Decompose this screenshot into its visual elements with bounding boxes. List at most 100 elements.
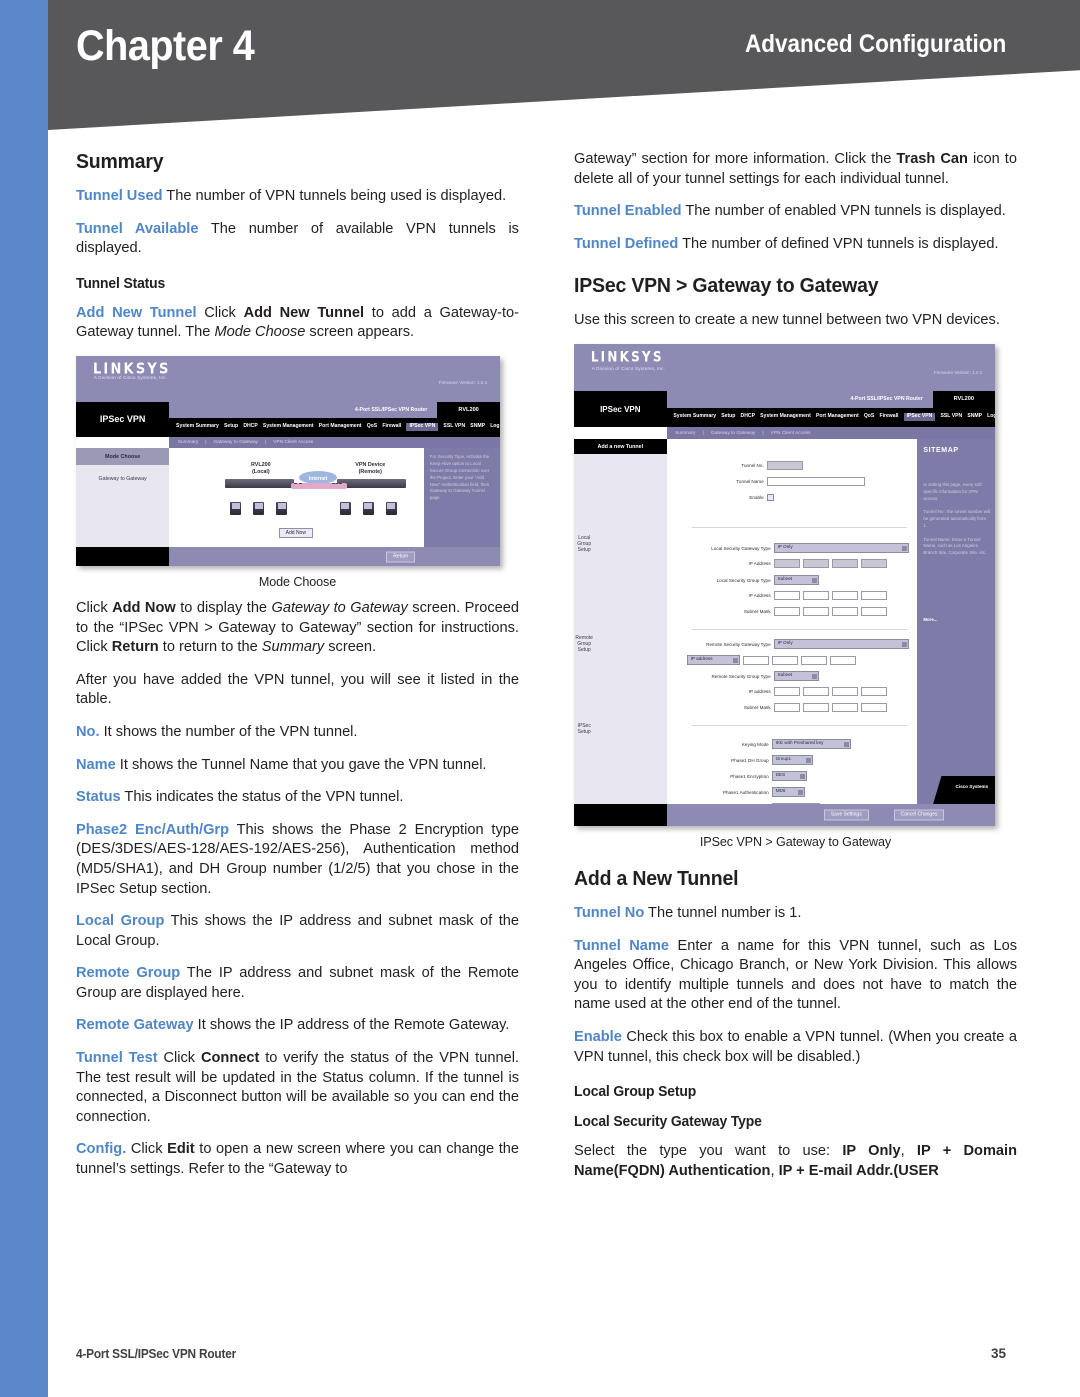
subnav2-item-summary[interactable]: Summary [675,431,696,436]
row-local-subnet-mask: Subnet Mask [687,607,887,617]
menu2-item-system-management[interactable]: System Management [760,413,811,420]
select-remote-security-gateway-type[interactable]: IP Only [773,639,909,649]
right-help-text-2: In setting this page, every soft specifi… [923,481,990,556]
label-phase1-authentication: Phase1 Authentication [722,789,769,795]
field-local-group-ip-octet-3[interactable] [831,591,858,601]
field-remote-ip-octet-4[interactable] [829,655,856,665]
field-remote-group-ip-octet-4[interactable] [860,687,887,697]
page-footer-bar: Return [76,547,500,566]
select-remote-security-group-type[interactable]: Subnet [773,671,819,681]
subnav-item-summary[interactable]: Summary [178,440,199,445]
field-tunnel-name[interactable] [766,477,865,487]
text-tunnel-used: The number of VPN tunnels being used is … [162,188,507,204]
main-menu-bar-2[interactable]: System Summary Setup DHCP System Managem… [667,408,995,427]
menu2-item-setup[interactable]: Setup [721,413,735,420]
checkbox-enable[interactable] [766,494,774,502]
term-tunnel-enabled: Tunnel Enabled [574,203,682,220]
model-badge-2: RVL200 [932,391,995,408]
menu-item-ssl-vpn[interactable]: SSL VPN [443,424,465,430]
field-local-ip-octet-3[interactable] [831,559,858,569]
menu-item-qos[interactable]: QoS [367,424,377,430]
label-tunnel-name: Tunnel Name [736,479,764,485]
subnav2-item-vpn-client-access[interactable]: VPN Client Access [771,431,811,436]
select-phase1-dh-group[interactable]: Group1 [771,755,813,765]
menu2-item-ipsec-vpn[interactable]: IPSec VPN [903,413,936,422]
select-local-security-gateway-type[interactable]: IP Only [773,543,909,553]
field-local-ip-octet-2[interactable] [802,559,829,569]
field-local-ip-octet-1[interactable] [773,559,800,569]
field-remote-ip-octet-2[interactable] [771,655,798,665]
select-local-security-group-type[interactable]: Subnet [773,575,819,585]
right-help-text: For Security Type, Activate the Keep-Ali… [429,454,490,501]
select-phase1-authentication[interactable]: MD5 [771,787,805,797]
text-name: It shows the Tunnel Name that you gave t… [115,756,487,773]
field-local-group-ip-octet-2[interactable] [802,591,829,601]
main-menu-bar[interactable]: System Summary Setup DHCP System Managem… [169,418,500,437]
term-tunnel-test: Tunnel Test [76,1050,158,1067]
field-remote-mask-octet-1[interactable] [773,703,800,713]
menu2-item-ssl-vpn[interactable]: SSL VPN [940,413,962,420]
product-name-label: 4-Port SSL/IPSec VPN Router [354,407,428,414]
field-tunnel-no[interactable] [766,461,803,471]
field-local-mask-octet-1[interactable] [773,607,800,617]
field-remote-group-ip-octet-1[interactable] [773,687,800,697]
divider-2 [691,629,908,631]
chapter-title: Chapter 4 [76,22,255,70]
field-remote-ip-octet-3[interactable] [800,655,827,665]
menu-item-log[interactable]: Log [490,424,499,430]
field-remote-ip-octet-1[interactable] [742,655,769,665]
add-now-button[interactable]: Add Now [278,528,313,539]
field-local-ip-octet-4[interactable] [860,559,887,569]
italic-summary: Summary [261,639,325,656]
menu2-item-dhcp[interactable]: DHCP [741,413,755,420]
menu-item-system-summary[interactable]: System Summary [176,424,219,430]
menu-item-dhcp[interactable]: DHCP [243,424,257,430]
field-remote-mask-octet-4[interactable] [860,703,887,713]
field-local-mask-octet-4[interactable] [860,607,887,617]
label-local-group-ip-address: IP Address [748,593,771,599]
subnav2-item-gateway-to-gateway[interactable]: Gateway to Gateway [711,431,756,436]
sub-nav-bar[interactable]: Summary | Gateway to Gateway | VPN Clien… [169,436,500,449]
left-nav-selected-mode-choose[interactable]: Mode Choose [76,448,170,466]
menu-item-snmp[interactable]: SNMP [470,424,485,430]
field-local-mask-octet-2[interactable] [802,607,829,617]
more-link[interactable]: More... [923,617,990,624]
term-tunnel-name: Tunnel Name [574,937,670,954]
text-no: It shows the number of the VPN tunnel. [99,723,358,740]
text-tunnel-defined: The number of defined VPN tunnels is dis… [678,235,999,252]
para-tunnel-no: Tunnel No The tunnel number is 1. [574,904,1017,924]
menu-item-port-management[interactable]: Port Management [319,424,362,430]
term-remote-group: Remote Group [76,965,181,982]
left-nav-selected-add-new-tunnel[interactable]: Add a new Tunnel [574,439,667,455]
sitemap-label[interactable]: SITEMAP [923,447,958,454]
field-remote-group-ip-octet-3[interactable] [831,687,858,697]
field-local-group-ip-octet-1[interactable] [773,591,800,601]
menu-item-firewall[interactable]: Firewall [382,424,401,430]
heading-summary: Summary [76,150,164,173]
left-nav-item-gateway-to-gateway[interactable]: Gateway to Gateway [76,472,169,486]
field-local-mask-octet-3[interactable] [831,607,858,617]
cancel-changes-button[interactable]: Cancel Changes [893,809,945,821]
select-remote-ip-address-mode[interactable]: IP address [686,655,740,665]
field-remote-mask-octet-2[interactable] [802,703,829,713]
menu2-item-system-summary[interactable]: System Summary [673,413,716,420]
subnav-item-gateway-to-gateway[interactable]: Gateway to Gateway [214,440,259,445]
menu2-item-snmp[interactable]: SNMP [967,413,982,420]
menu-item-ipsec-vpn[interactable]: IPSec VPN [406,423,439,432]
menu2-item-firewall[interactable]: Firewall [879,413,898,420]
field-remote-mask-octet-3[interactable] [831,703,858,713]
menu2-item-log[interactable]: Log [987,413,995,420]
field-remote-group-ip-octet-2[interactable] [802,687,829,697]
menu2-item-port-management[interactable]: Port Management [816,413,859,420]
subnav-item-vpn-client-access[interactable]: VPN Client Access [273,440,313,445]
sub-nav-bar-2[interactable]: Summary | Gateway to Gateway | VPN Clien… [666,426,995,440]
select-keying-mode[interactable]: IKE with Preshared key [771,739,851,749]
save-settings-button[interactable]: Save Settings [823,809,869,821]
return-button[interactable]: Return [386,551,416,563]
menu-item-setup[interactable]: Setup [224,424,238,430]
menu2-item-qos[interactable]: QoS [864,413,874,420]
select-phase1-encryption[interactable]: DES [771,771,807,781]
menu-item-system-management[interactable]: System Management [263,424,314,430]
field-local-group-ip-octet-4[interactable] [860,591,887,601]
page-number: 35 [990,1346,1006,1361]
